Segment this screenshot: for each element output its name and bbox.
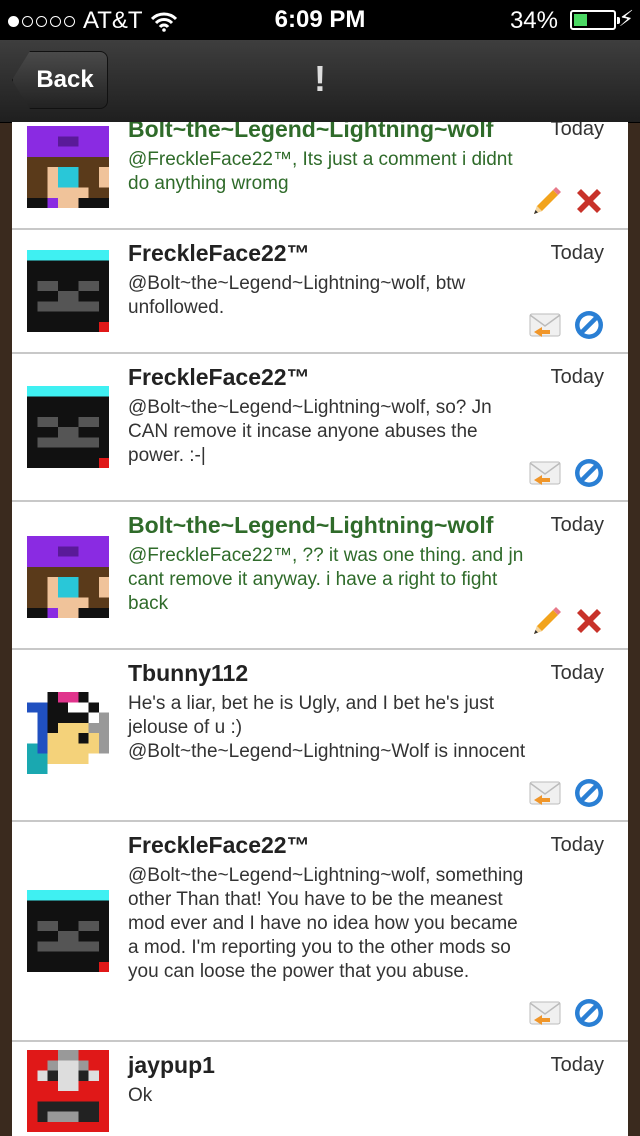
comment-item[interactable]: Bolt~the~Legend~Lightning~wolf Today @Frec… bbox=[12, 502, 628, 650]
comment-date: Today bbox=[550, 662, 604, 684]
battery-fill bbox=[574, 14, 587, 26]
battery-percent: 34% bbox=[509, 7, 558, 34]
comment-date: Today bbox=[550, 242, 604, 264]
page-title: ! bbox=[314, 58, 326, 99]
comment-actions bbox=[528, 604, 606, 638]
status-bar: AT&T 6:09 PM 34% ⚡︎ bbox=[0, 0, 640, 40]
comment-item[interactable]: Tbunny112 Today He's a liar, bet he is Ugl… bbox=[12, 650, 628, 822]
block-icon[interactable] bbox=[572, 776, 606, 810]
comments-list[interactable]: Bolt~the~Legend~Lightning~wolf Today @Frec… bbox=[12, 122, 628, 1136]
reply-envelope-icon[interactable] bbox=[528, 456, 562, 490]
comment-date: Today bbox=[550, 366, 604, 388]
avatar[interactable] bbox=[27, 890, 109, 972]
reply-envelope-icon[interactable] bbox=[528, 996, 562, 1030]
comment-item[interactable]: jaypup1 Today Ok bbox=[12, 1042, 628, 1136]
comment-text: @FreckleFace22™, ?? it was one thing. an… bbox=[128, 545, 524, 614]
comment-date: Today bbox=[550, 834, 604, 856]
comment-text: @FreckleFace22™, Its just a comment i di… bbox=[128, 149, 513, 194]
comment-date: Today bbox=[550, 514, 604, 536]
reply-envelope-icon[interactable] bbox=[528, 776, 562, 810]
battery-icon bbox=[570, 10, 620, 30]
comment-author[interactable]: FreckleFace22™ bbox=[128, 832, 310, 859]
avatar[interactable] bbox=[27, 126, 109, 208]
edit-pencil-icon[interactable] bbox=[528, 604, 562, 638]
delete-x-icon[interactable] bbox=[572, 184, 606, 218]
avatar[interactable] bbox=[27, 536, 109, 618]
comment-author[interactable]: FreckleFace22™ bbox=[128, 240, 310, 267]
comment-text: @Bolt~the~Legend~Lightning~wolf, so? Jn … bbox=[128, 397, 492, 466]
avatar[interactable] bbox=[27, 386, 109, 468]
comment-actions bbox=[528, 456, 606, 490]
block-icon[interactable] bbox=[572, 308, 606, 342]
comment-text: @Bolt~the~Legend~Lightning~wolf, btw unf… bbox=[128, 273, 466, 318]
comment-author[interactable]: Bolt~the~Legend~Lightning~wolf bbox=[128, 512, 493, 539]
comment-author[interactable]: jaypup1 bbox=[128, 1052, 215, 1079]
comment-author[interactable]: Tbunny112 bbox=[128, 660, 248, 687]
comment-item[interactable]: FreckleFace22™ Today @Bolt~the~Legend~Ligh… bbox=[12, 822, 628, 1042]
comment-item[interactable]: Bolt~the~Legend~Lightning~wolf Today @Frec… bbox=[12, 122, 628, 230]
delete-x-icon[interactable] bbox=[572, 604, 606, 638]
comment-actions bbox=[528, 308, 606, 342]
comment-item[interactable]: FreckleFace22™ Today @Bolt~the~Legend~Ligh… bbox=[12, 230, 628, 354]
avatar[interactable] bbox=[27, 250, 109, 332]
comment-text: @Bolt~the~Legend~Lightning~wolf, somethi… bbox=[128, 865, 524, 982]
comment-author[interactable]: FreckleFace22™ bbox=[128, 364, 310, 391]
comment-actions bbox=[528, 184, 606, 218]
navigation-bar: Back ! bbox=[0, 40, 640, 123]
comment-item[interactable]: FreckleFace22™ Today @Bolt~the~Legend~Ligh… bbox=[12, 354, 628, 502]
comment-actions bbox=[528, 996, 606, 1030]
edit-pencil-icon[interactable] bbox=[528, 184, 562, 218]
comment-text: He's a liar, bet he is Ugly, and I bet h… bbox=[128, 693, 526, 762]
comment-text: Ok bbox=[128, 1085, 153, 1106]
charging-bolt-icon: ⚡︎ bbox=[618, 6, 634, 31]
comment-date: Today bbox=[550, 122, 604, 140]
comment-actions bbox=[528, 776, 606, 810]
comment-date: Today bbox=[550, 1054, 604, 1076]
reply-envelope-icon[interactable] bbox=[528, 308, 562, 342]
block-icon[interactable] bbox=[572, 456, 606, 490]
comment-author[interactable]: Bolt~the~Legend~Lightning~wolf bbox=[128, 122, 493, 143]
avatar[interactable] bbox=[27, 692, 109, 774]
block-icon[interactable] bbox=[572, 996, 606, 1030]
avatar[interactable] bbox=[27, 1050, 109, 1132]
